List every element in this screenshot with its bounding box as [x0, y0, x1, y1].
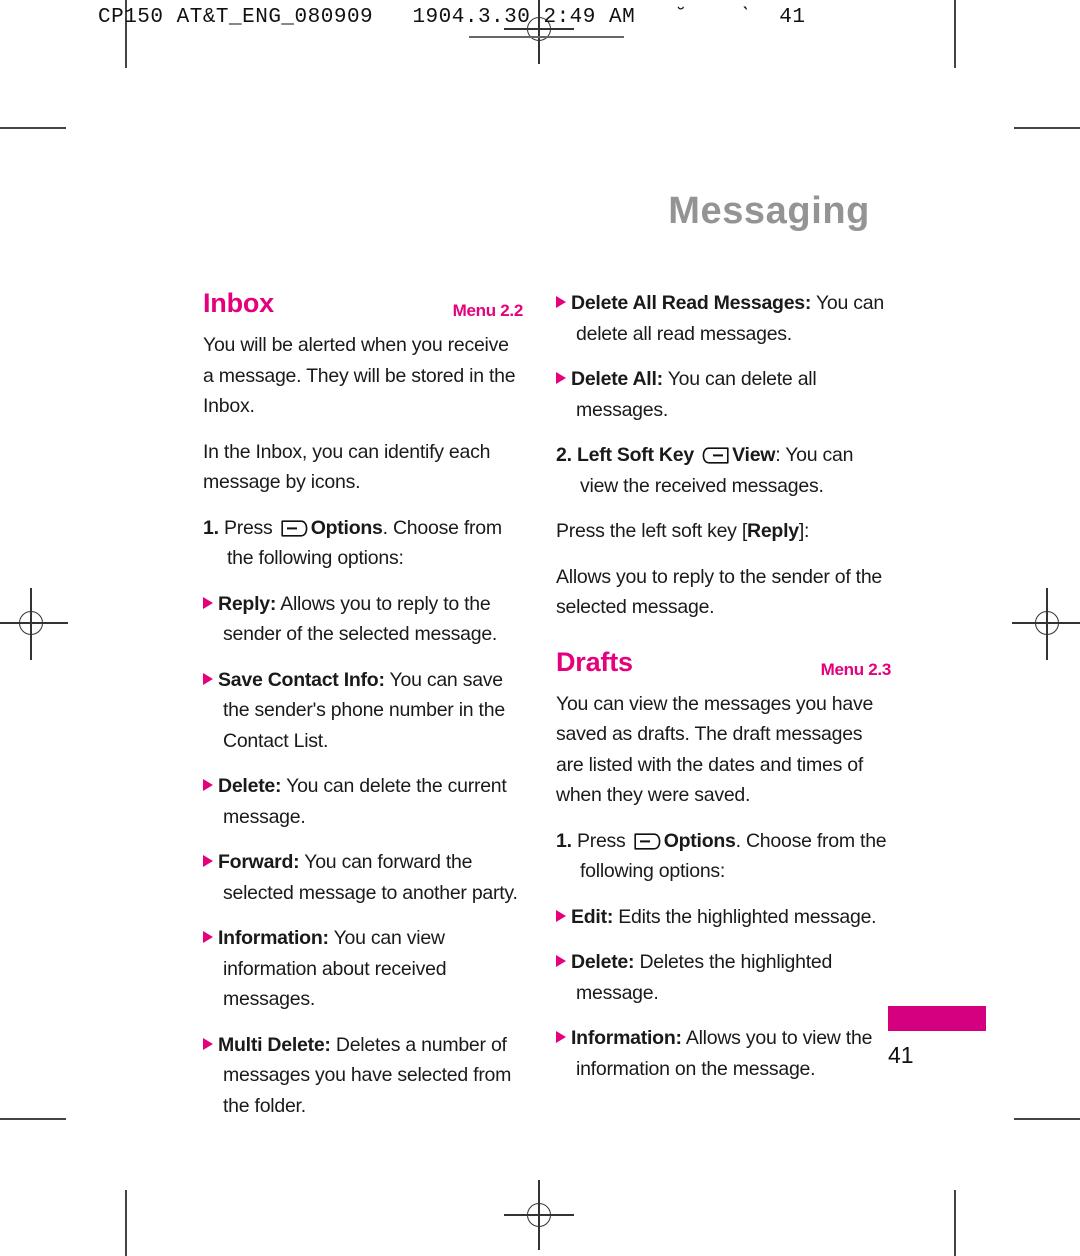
press-left-soft-key-line: Press the left soft key [Reply]:: [556, 516, 891, 547]
bullet-label: Information:: [218, 927, 329, 949]
section-menu-inbox: Menu 2.2: [452, 301, 524, 320]
step-bold-label: Options: [663, 829, 736, 852]
step-bold-after: View: [732, 444, 776, 466]
bullet-label: Delete:: [571, 951, 635, 973]
triangle-bullet-icon: [556, 372, 566, 384]
right-soft-key-icon: [634, 832, 661, 850]
list-item: Information: Allows you to view the info…: [556, 1023, 891, 1084]
print-slug: CP150 AT&T_ENG_080909 1904.3.30 2:49 AM …: [98, 6, 806, 29]
crop-mark-right-top-v: [954, 0, 956, 68]
list-item: Forward: You can forward the selected me…: [203, 847, 523, 908]
section-header-drafts: Drafts Menu 2.3: [556, 647, 891, 685]
drafts-step-1: 1. Press Options. Choose from the follow…: [556, 826, 891, 887]
step-number: 2.: [556, 444, 572, 466]
bullet-text: Edits the highlighted message.: [618, 905, 877, 928]
list-item: Delete All: You can delete all messages.: [556, 364, 891, 425]
inbox-paragraph-2: In the Inbox, you can identify each mess…: [203, 440, 491, 494]
section-menu-drafts: Menu 2.3: [820, 659, 892, 679]
left-column: Inbox Menu 2.2 You will be alerted when …: [203, 288, 523, 1136]
list-item: Multi Delete: Deletes a number of messag…: [203, 1030, 523, 1122]
page-number: 41: [888, 1042, 914, 1068]
step-bold-label: Options: [310, 516, 383, 539]
press-pre-text: Press the left soft key [: [556, 520, 747, 542]
crop-mark-right-bottom-v: [954, 1190, 956, 1256]
section-header-inbox: Inbox Menu 2.2: [203, 288, 523, 326]
right-column: Delete All Read Messages: You can delete…: [556, 288, 891, 1099]
page-tab-bar: [888, 1006, 986, 1031]
reply-description: Allows you to reply to the sender of the…: [556, 565, 883, 619]
triangle-bullet-icon: [556, 909, 566, 922]
step-bold-before: Left Soft Key: [576, 444, 694, 466]
inbox-paragraph-1: You will be alerted when you receive a m…: [203, 334, 516, 417]
step-number: 1.: [556, 829, 572, 852]
bullet-label: Delete:: [218, 775, 282, 797]
list-item: Delete: Deletes the highlighted message.: [556, 947, 891, 1008]
bullet-label: Delete All Read Messages:: [571, 292, 812, 314]
press-bold-label: Reply: [747, 520, 799, 542]
list-item: Information: You can view information ab…: [203, 923, 523, 1015]
registration-mark-left: [0, 588, 68, 660]
bullet-label: Edit:: [571, 905, 614, 928]
crop-mark-bottom-right-h: [1014, 1118, 1080, 1120]
press-post-text: ]:: [798, 520, 810, 542]
crop-mark-top-right-h: [1014, 127, 1080, 129]
list-item: Reply: Allows you to reply to the sender…: [203, 589, 523, 650]
triangle-bullet-icon: [203, 779, 213, 791]
triangle-bullet-icon: [556, 955, 566, 967]
list-item: Save Contact Info: You can save the send…: [203, 665, 523, 757]
bullet-label: Reply:: [218, 592, 277, 615]
list-item: Delete: You can delete the current messa…: [203, 771, 523, 832]
print-slug-underline: [469, 36, 624, 38]
triangle-bullet-icon: [203, 931, 213, 943]
inbox-step-2: 2. Left Soft Key View: You can view the …: [556, 440, 891, 501]
bullet-label: Forward:: [218, 851, 300, 873]
right-soft-key-icon: [281, 519, 308, 537]
triangle-bullet-icon: [556, 296, 566, 308]
section-title-drafts: Drafts: [556, 646, 633, 677]
bullet-label: Save Contact Info:: [218, 668, 385, 691]
step-pre-text: Press: [576, 829, 626, 852]
bullet-label: Information:: [571, 1027, 682, 1049]
registration-mark-right: [1012, 588, 1080, 660]
section-title-inbox: Inbox: [203, 288, 274, 318]
bullet-label: Delete All:: [571, 368, 663, 390]
registration-mark-bottom-center: [504, 1180, 574, 1250]
crop-mark-top-left-h: [0, 127, 66, 129]
step-pre-text: Press: [223, 516, 273, 539]
bullet-label: Multi Delete:: [218, 1033, 331, 1056]
list-item: Delete All Read Messages: You can delete…: [556, 288, 891, 349]
triangle-bullet-icon: [203, 672, 213, 685]
crop-mark-left-bottom-v: [125, 1190, 127, 1256]
step-number: 1.: [203, 516, 219, 539]
document-page: CP150 AT&T_ENG_080909 1904.3.30 2:49 AM …: [0, 0, 1080, 1256]
drafts-paragraph: You can view the messages you have saved…: [556, 692, 874, 807]
triangle-bullet-icon: [203, 596, 213, 609]
left-soft-key-icon: [702, 447, 729, 464]
triangle-bullet-icon: [556, 1031, 566, 1043]
triangle-bullet-icon: [203, 1037, 213, 1050]
inbox-step-1: 1. Press Options. Choose from the follow…: [203, 513, 523, 574]
chapter-title: Messaging: [668, 190, 870, 232]
triangle-bullet-icon: [203, 855, 213, 867]
list-item: Edit: Edits the highlighted message.: [556, 902, 891, 933]
crop-mark-bottom-left-h: [0, 1118, 66, 1120]
